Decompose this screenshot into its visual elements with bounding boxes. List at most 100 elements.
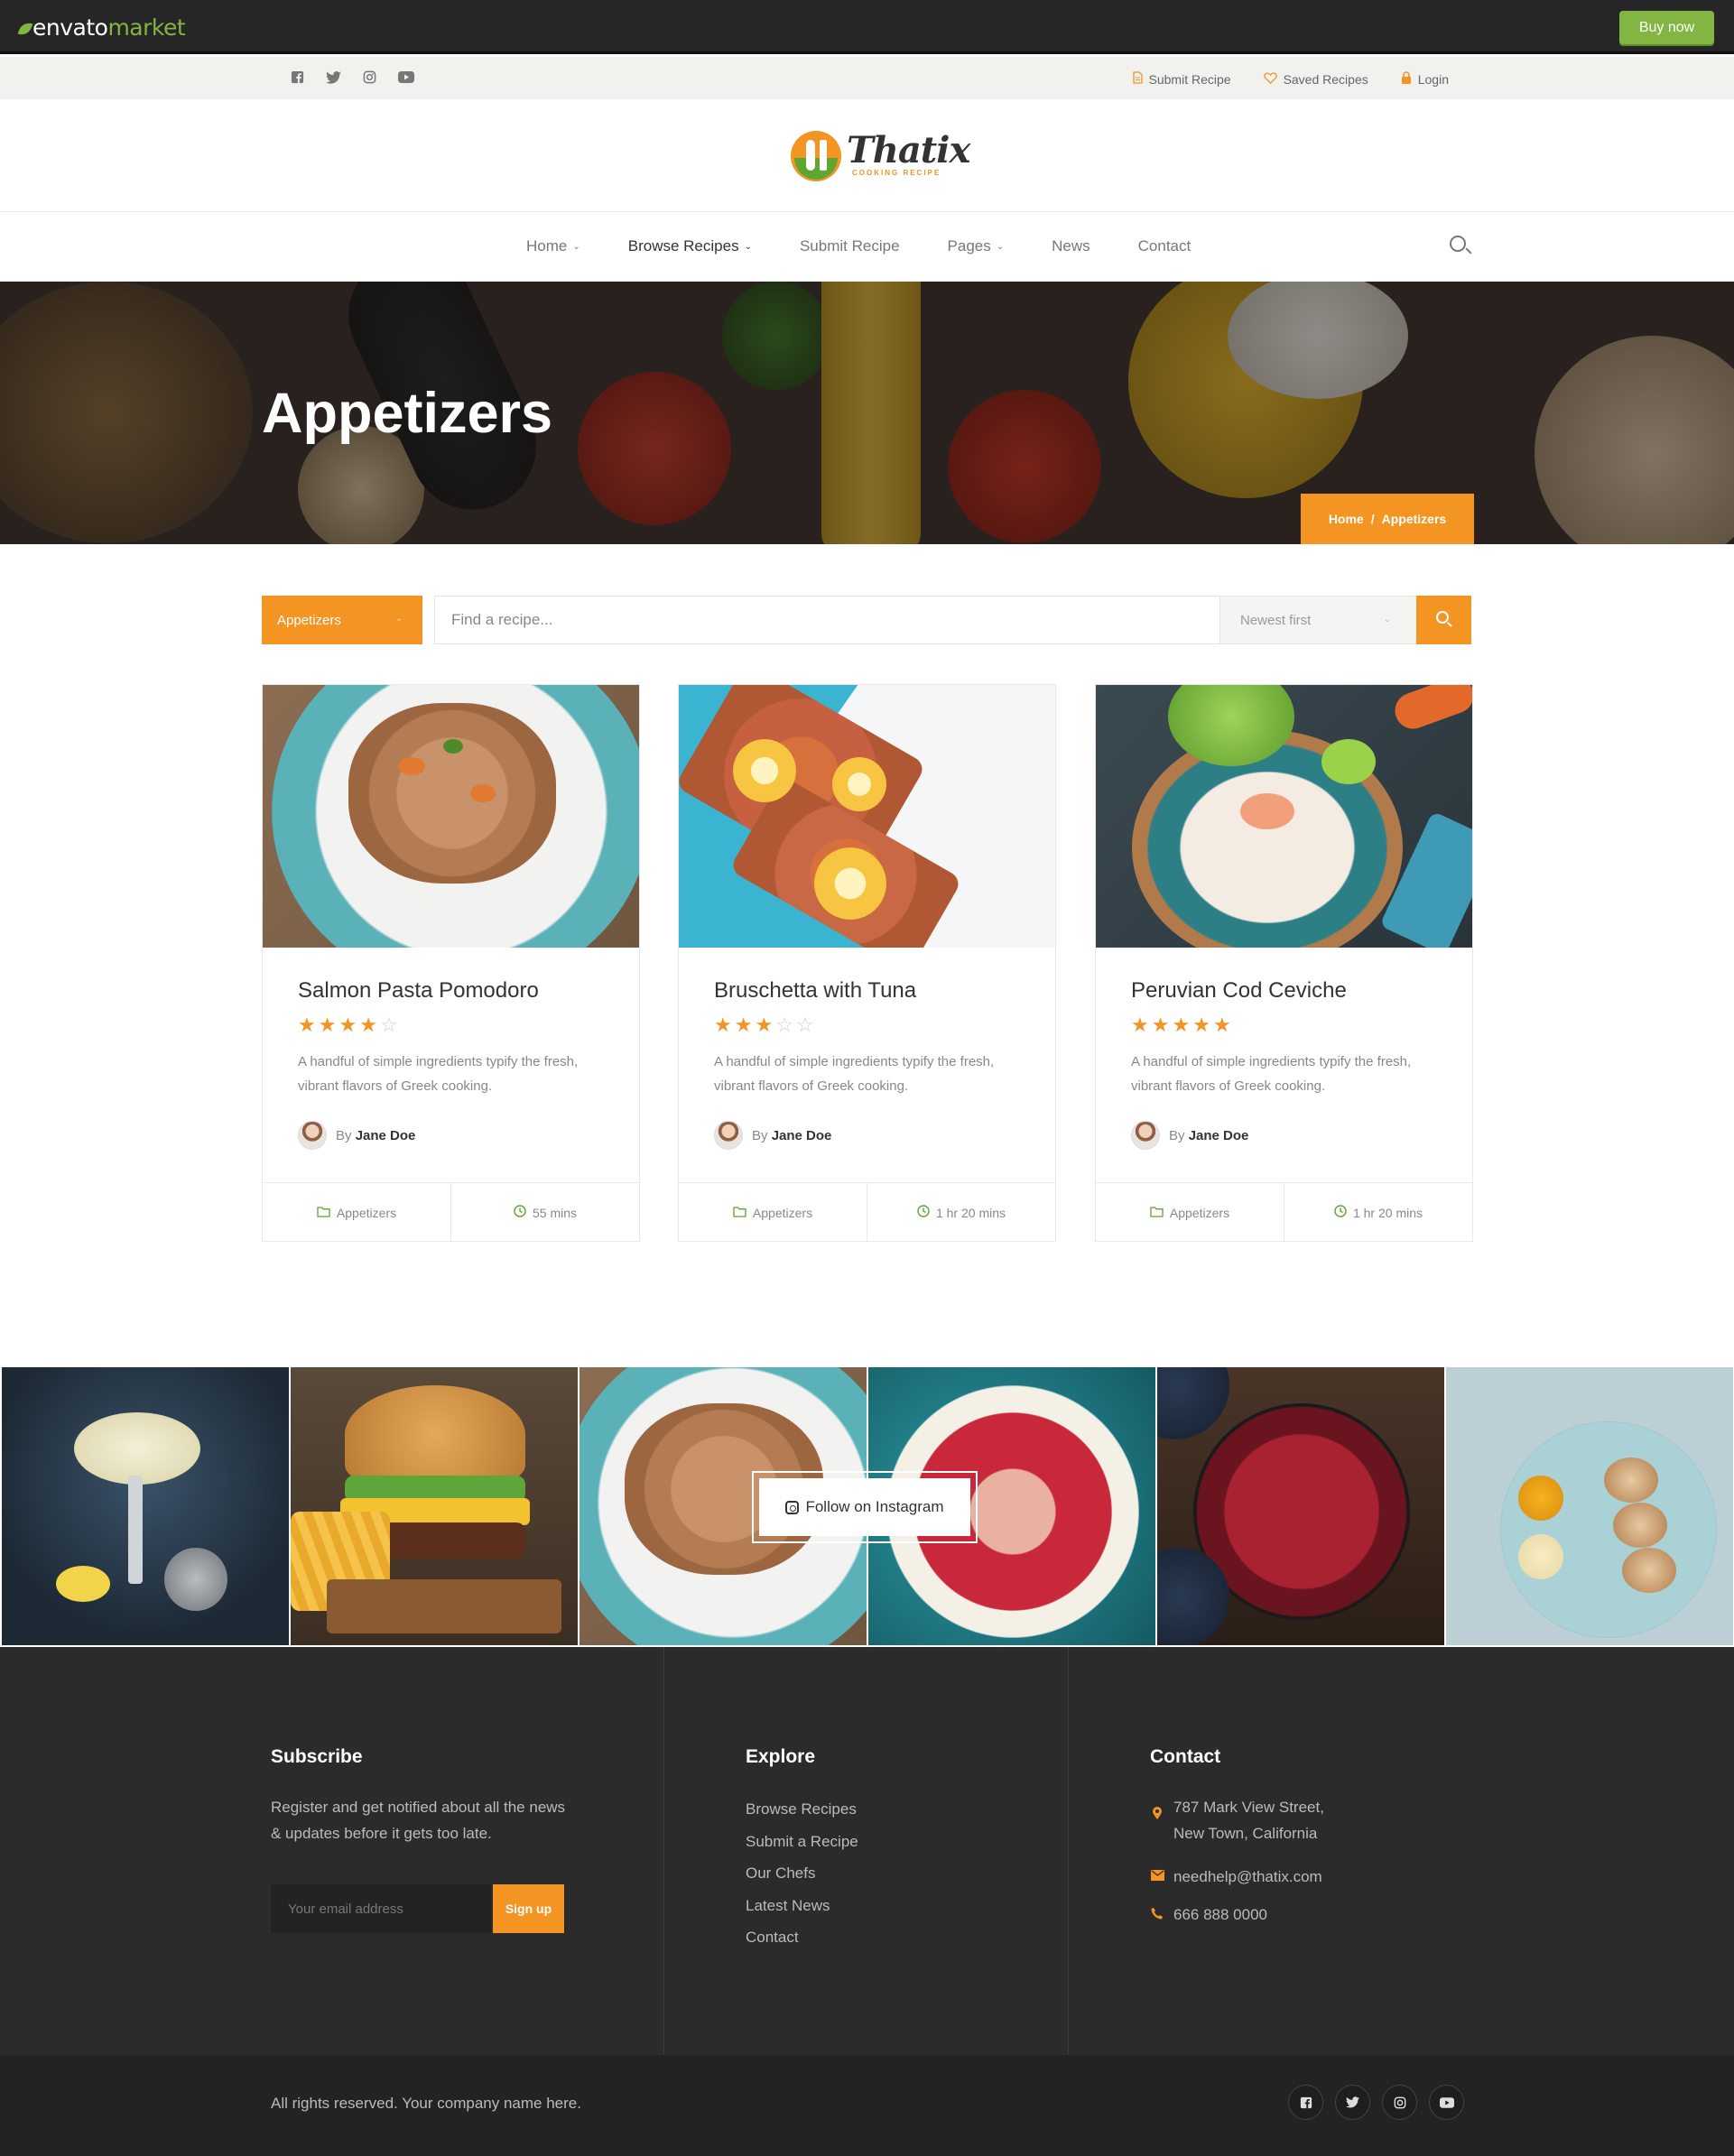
star-filled-icon: ★ — [1131, 1013, 1149, 1036]
recipe-title[interactable]: Peruvian Cod Ceviche — [1131, 978, 1347, 1004]
category-label: Appetizers — [1169, 1205, 1230, 1220]
nav-item-news[interactable]: News — [1052, 237, 1090, 255]
search-submit-button[interactable] — [1416, 596, 1471, 644]
page-title: Appetizers — [262, 382, 553, 445]
submit-recipe-link[interactable]: Submit Recipe — [1132, 71, 1231, 87]
recipe-author[interactable]: By Jane Doe — [298, 1121, 415, 1150]
footer-link-contact[interactable]: Contact — [746, 1929, 858, 1961]
footer-link-latest-news[interactable]: Latest News — [746, 1897, 858, 1929]
nav-item-contact[interactable]: Contact — [1138, 237, 1192, 255]
login-link[interactable]: Login — [1401, 71, 1449, 87]
email-field[interactable] — [271, 1884, 491, 1933]
sort-select[interactable]: Newest first ⌄ — [1220, 596, 1416, 644]
contact-email[interactable]: needhelp@thatix.com — [1150, 1864, 1322, 1890]
recipe-image[interactable] — [1096, 685, 1472, 948]
footer: Subscribe Register and get notified abou… — [0, 1647, 1734, 2055]
recipe-description: A handful of simple ingredients typify t… — [1131, 1054, 1412, 1094]
footer-link-submit-recipe[interactable]: Submit a Recipe — [746, 1833, 858, 1865]
recipe-image[interactable] — [679, 685, 1055, 948]
sign-up-button[interactable]: Sign up — [493, 1884, 564, 1933]
breadcrumb: Home / Appetizers — [1301, 494, 1474, 544]
star-filled-icon: ★ — [338, 1013, 357, 1036]
column-divider — [1068, 1647, 1069, 2055]
facebook-icon[interactable] — [289, 69, 306, 86]
facebook-icon[interactable] — [1288, 2085, 1323, 2120]
breadcrumb-home[interactable]: Home — [1329, 512, 1364, 526]
map-pin-icon — [1150, 1794, 1164, 1846]
star-filled-icon: ★ — [1151, 1013, 1170, 1036]
envato-logo[interactable]: envatomarket — [17, 14, 186, 41]
copyright: All rights reserved. Your company name h… — [271, 2095, 581, 2112]
instagram-photo[interactable] — [2, 1367, 289, 1645]
contact-address: 787 Mark View Street, New Town, Californi… — [1150, 1794, 1324, 1846]
rating-stars: ★ ★ ★ ☆ ☆ — [714, 1013, 814, 1037]
address-line: New Town, California — [1173, 1825, 1318, 1842]
recipe-image[interactable] — [263, 685, 639, 948]
author-name: Jane Doe — [1188, 1127, 1249, 1143]
nav-item-browse-recipes[interactable]: Browse Recipes ⌄ — [628, 237, 752, 255]
recipe-author[interactable]: By Jane Doe — [714, 1121, 831, 1150]
page: envatomarket Buy now Submit Recipe Saved… — [0, 0, 1734, 2156]
recipe-card[interactable]: Peruvian Cod Ceviche ★ ★ ★ ★ ★ A handful of … — [1095, 684, 1473, 1242]
star-empty-icon: ☆ — [795, 1013, 814, 1036]
contact-phone[interactable]: 666 888 0000 — [1150, 1902, 1267, 1929]
twitter-icon[interactable] — [325, 69, 342, 86]
recipe-description: A handful of simple ingredients typify t… — [298, 1054, 579, 1094]
clock-icon — [917, 1205, 930, 1220]
footer-link-browse-recipes[interactable]: Browse Recipes — [746, 1800, 858, 1833]
subscribe-heading: Subscribe — [271, 1746, 363, 1767]
nav-item-submit-recipe[interactable]: Submit Recipe — [800, 237, 900, 255]
recipe-category[interactable]: Appetizers — [263, 1183, 451, 1242]
envato-logo-main: envato — [32, 14, 108, 41]
youtube-icon[interactable] — [397, 69, 414, 86]
nav-item-home[interactable]: Home ⌄ — [526, 237, 580, 255]
avatar — [298, 1121, 327, 1150]
twitter-icon[interactable] — [1335, 2085, 1370, 2120]
nav-label: Contact — [1137, 237, 1192, 254]
star-filled-icon: ★ — [714, 1013, 732, 1036]
login-label: Login — [1417, 71, 1449, 87]
site-logo[interactable]: Thatix COOKING RECIPE — [791, 129, 970, 183]
buy-now-button[interactable]: Buy now — [1619, 11, 1714, 44]
avatar — [1131, 1121, 1160, 1150]
address-line: 787 Mark View Street, — [1173, 1799, 1324, 1816]
envelope-icon — [1150, 1864, 1164, 1890]
folder-icon — [1150, 1206, 1164, 1220]
breadcrumb-separator: / — [1370, 512, 1375, 526]
recipe-search-input[interactable] — [434, 596, 1220, 644]
time-label: 1 hr 20 mins — [935, 1205, 1006, 1220]
recipe-card[interactable]: Salmon Pasta Pomodoro ★ ★ ★ ★ ☆ A handful of… — [262, 684, 640, 1242]
category-select[interactable]: Appetizers ⌄ — [262, 596, 422, 644]
instagram-icon[interactable] — [1382, 2085, 1417, 2120]
author-prefix: By — [336, 1127, 352, 1143]
footer-link-our-chefs[interactable]: Our Chefs — [746, 1865, 858, 1897]
follow-instagram-button[interactable]: Follow on Instagram — [752, 1471, 978, 1543]
submit-recipe-label: Submit Recipe — [1148, 71, 1231, 87]
instagram-photo[interactable] — [291, 1367, 578, 1645]
footer-social-links — [1288, 2085, 1464, 2120]
star-filled-icon: ★ — [359, 1013, 377, 1036]
recipe-category[interactable]: Appetizers — [1096, 1183, 1284, 1242]
instagram-photo[interactable] — [1446, 1367, 1733, 1645]
recipe-card[interactable]: Bruschetta with Tuna ★ ★ ★ ☆ ☆ A handful of … — [678, 684, 1056, 1242]
explore-links: Browse Recipes Submit a Recipe Our Chefs… — [746, 1800, 858, 1961]
recipe-category[interactable]: Appetizers — [679, 1183, 867, 1242]
recipe-title[interactable]: Bruschetta with Tuna — [714, 978, 916, 1004]
nav-label: Home — [526, 237, 568, 254]
time-label: 1 hr 20 mins — [1352, 1205, 1423, 1220]
main-nav: Home ⌄ Browse Recipes ⌄ Submit Recipe Page… — [0, 212, 1734, 282]
youtube-icon[interactable] — [1429, 2085, 1464, 2120]
saved-recipes-link[interactable]: Saved Recipes — [1263, 71, 1368, 87]
recipe-title[interactable]: Salmon Pasta Pomodoro — [298, 978, 539, 1004]
instagram-icon[interactable] — [361, 69, 378, 86]
search-icon[interactable] — [1450, 236, 1473, 259]
recipe-time: 55 mins — [451, 1183, 639, 1242]
nav-item-pages[interactable]: Pages ⌄ — [948, 237, 1005, 255]
recipe-author[interactable]: By Jane Doe — [1131, 1121, 1248, 1150]
category-label: Appetizers — [752, 1205, 813, 1220]
instagram-photo[interactable] — [1157, 1367, 1444, 1645]
nav-label: News — [1052, 237, 1090, 254]
leaf-icon — [17, 20, 33, 38]
time-label: 55 mins — [532, 1205, 578, 1220]
contact-heading: Contact — [1150, 1746, 1221, 1767]
